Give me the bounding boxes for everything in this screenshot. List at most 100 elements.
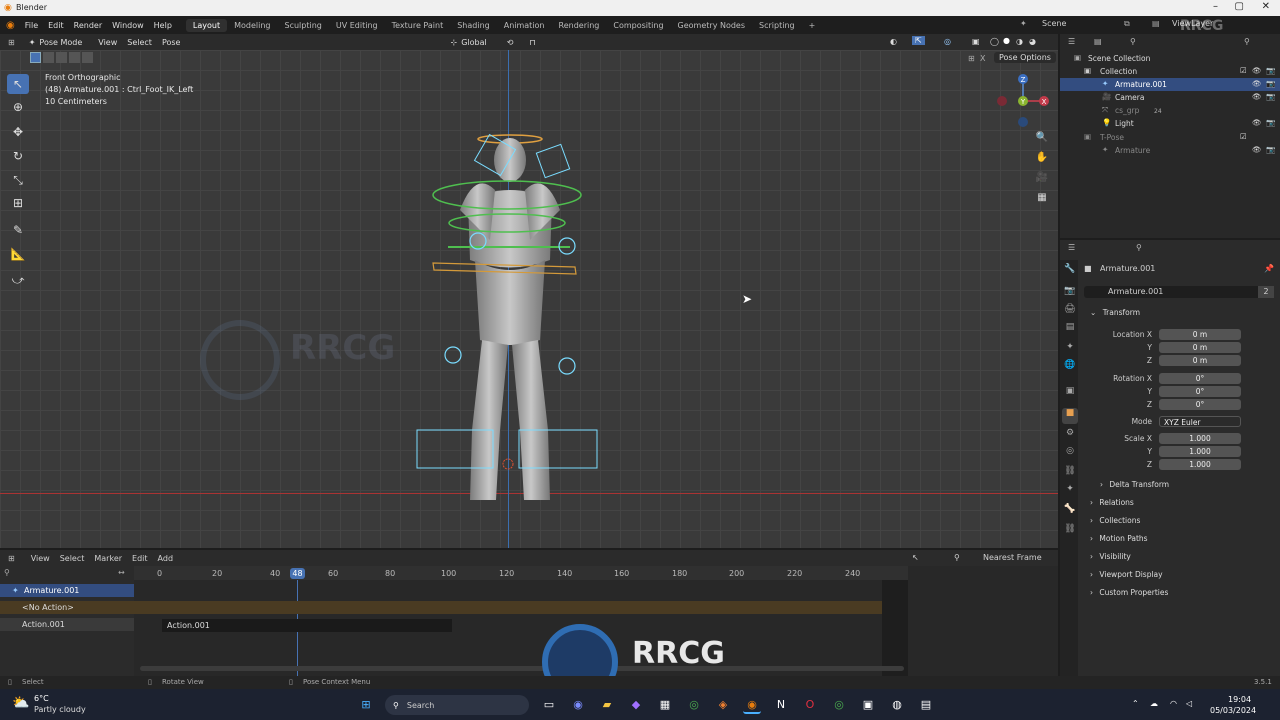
tab-compositing[interactable]: Compositing — [606, 19, 670, 32]
tool-tab-icon[interactable]: 🔧 — [1062, 264, 1078, 280]
timeline-menu-view[interactable]: View — [31, 554, 50, 563]
channel-swap-icon[interactable]: ↔ — [118, 568, 125, 577]
eye-icon[interactable]: 👁 — [1252, 118, 1262, 127]
select-invert-icon[interactable] — [69, 52, 80, 63]
properties-editor-icon[interactable]: ☰ — [1068, 243, 1075, 252]
eye-icon[interactable]: 👁 — [1252, 92, 1262, 101]
outliner-editor-icon[interactable]: ☰ — [1068, 37, 1075, 46]
tab-scripting[interactable]: Scripting — [752, 19, 802, 32]
terminal-icon[interactable]: ▤ — [917, 696, 935, 714]
rotation-mode-select[interactable]: XYZ Euler — [1159, 416, 1241, 427]
rotation-z-field[interactable]: 0° — [1159, 399, 1241, 410]
timeline-editor-type-icon[interactable]: ⊞ — [8, 554, 15, 563]
blender-menu-icon[interactable]: ◉ — [6, 20, 15, 31]
output-tab-icon[interactable]: 🖨 — [1062, 304, 1078, 320]
tab-sculpting[interactable]: Sculpting — [278, 19, 329, 32]
user-count[interactable]: 2 — [1258, 286, 1274, 298]
notion-icon[interactable]: N — [772, 696, 790, 714]
display-mode-icon[interactable]: ▤ — [1094, 37, 1102, 46]
location-y-field[interactable]: 0 m — [1159, 342, 1241, 353]
tab-rendering[interactable]: Rendering — [552, 19, 607, 32]
clock-date[interactable]: 05/03/2024 — [1210, 706, 1256, 715]
menu-help[interactable]: Help — [154, 21, 172, 30]
camera-render-icon[interactable]: 📷 — [1266, 92, 1275, 101]
epic-games-icon[interactable]: ▣ — [859, 696, 877, 714]
camera-render-icon[interactable]: 📷 — [1266, 66, 1275, 75]
current-frame-indicator[interactable]: 48 — [290, 568, 305, 579]
material-shading-icon[interactable]: ◑ — [1016, 37, 1023, 46]
brave-icon[interactable]: ◈ — [714, 696, 732, 714]
outliner-t-pose[interactable]: ▣ T-Pose ☑ — [1060, 131, 1280, 144]
checkbox-icon[interactable]: ☑ — [1240, 132, 1247, 141]
rotation-x-field[interactable]: 0° — [1159, 373, 1241, 384]
render-tab-icon[interactable]: 📷 — [1062, 286, 1078, 302]
clock-time[interactable]: 19:04 — [1228, 695, 1251, 704]
menu-view[interactable]: View — [98, 38, 117, 47]
onedrive-icon[interactable]: ☁ — [1150, 699, 1158, 708]
pan-hand-icon[interactable]: ✋ — [1034, 150, 1050, 166]
transform-panel-header[interactable]: ⌄ Transform — [1090, 308, 1276, 322]
orientation-select[interactable]: Global — [461, 38, 487, 47]
object-name-field[interactable]: Armature.001 2 — [1084, 286, 1274, 298]
tab-layout[interactable]: Layout — [185, 18, 228, 32]
pin-icon[interactable]: 📌 — [1264, 264, 1274, 273]
chrome-icon[interactable]: ◎ — [685, 696, 703, 714]
tab-texture-paint[interactable]: Texture Paint — [385, 19, 451, 32]
x-mirror-icon[interactable]: X — [980, 54, 985, 63]
obs-icon[interactable]: ◍ — [888, 696, 906, 714]
3d-viewport[interactable]: ↖ ⊕ ✥ ↻ ⤡ ⊞ ✎ 📐 ⤻ Front Orthographic (48… — [0, 50, 1058, 548]
calendar-icon[interactable]: ▦ — [656, 696, 674, 714]
channel-armature[interactable]: ✦ Armature.001 — [0, 584, 134, 597]
outliner-scene-collection[interactable]: ▣ Scene Collection — [1060, 52, 1280, 65]
zoom-icon[interactable]: 🔍 — [1034, 130, 1050, 146]
collections-panel[interactable]: › Collections — [1090, 516, 1276, 530]
app-icon[interactable]: ◆ — [627, 696, 645, 714]
scale-z-field[interactable]: 1.000 — [1159, 459, 1241, 470]
location-z-field[interactable]: 0 m — [1159, 355, 1241, 366]
scene-name[interactable]: Scene — [1042, 19, 1066, 28]
editor-type-icon[interactable]: ⊞ — [8, 38, 15, 47]
tab-animation[interactable]: Animation — [497, 19, 552, 32]
measure-tool-icon[interactable]: 📐 — [7, 244, 29, 264]
gizmo-icon[interactable]: ⇱ — [912, 36, 925, 45]
weather-icon[interactable]: ⛅ — [12, 695, 29, 711]
delta-transform-panel[interactable]: › Delta Transform — [1100, 480, 1280, 494]
snap-icon[interactable]: ⊓ — [529, 38, 535, 47]
select-tool-icon[interactable]: ↖ — [7, 74, 29, 94]
properties-editor[interactable]: ☰ ⚲ 🔧 📷 🖨 ▤ ✦ 🌐 ▣ ■ ⚙ ◎ ⛓ ✦ 🦴 ⛓ ■ Armatu… — [1060, 240, 1280, 676]
camera-render-icon[interactable]: 📷 — [1266, 145, 1275, 154]
timeline-menu-edit[interactable]: Edit — [132, 554, 148, 563]
select-extend-icon[interactable] — [43, 52, 54, 63]
relations-panel[interactable]: › Relations — [1090, 498, 1276, 512]
pose-tool-icon[interactable]: ⤻ — [7, 270, 29, 290]
navigation-gizmo[interactable]: Z Y X — [994, 72, 1054, 132]
move-tool-icon[interactable]: ✥ — [7, 122, 29, 142]
channel-action[interactable]: Action.001 — [0, 618, 134, 631]
menu-edit[interactable]: Edit — [48, 21, 64, 30]
scale-tool-icon[interactable]: ⤡ — [7, 170, 29, 190]
menu-pose[interactable]: Pose — [162, 38, 181, 47]
bone-constraint-tab-icon[interactable]: ⛓ — [1062, 524, 1078, 540]
menu-select[interactable]: Select — [127, 38, 152, 47]
add-workspace-button[interactable]: + — [802, 19, 823, 32]
camera-render-icon[interactable]: 📷 — [1266, 79, 1275, 88]
location-x-field[interactable]: 0 m — [1159, 329, 1241, 340]
pivot-icon[interactable]: ⟲ — [507, 38, 514, 47]
visibility-icon[interactable]: ◐ — [890, 37, 897, 46]
camera-render-icon[interactable]: 📷 — [1266, 118, 1275, 127]
viewport-display-panel[interactable]: › Viewport Display — [1090, 570, 1276, 584]
menu-render[interactable]: Render — [74, 21, 102, 30]
outliner-search-icon[interactable]: ⚲ — [1130, 37, 1136, 46]
discord-icon[interactable]: ◉ — [569, 696, 587, 714]
minimize-icon[interactable]: – — [1213, 1, 1218, 12]
transform-tool-icon[interactable]: ⊞ — [7, 193, 29, 213]
filter-icon[interactable]: ⚲ — [954, 553, 960, 562]
action-strip[interactable]: Action.001 — [162, 619, 452, 632]
camera-view-icon[interactable]: 🎥 — [1034, 170, 1050, 186]
timeline-menu-add[interactable]: Add — [158, 554, 174, 563]
data-tab-icon[interactable]: ✦ — [1062, 484, 1078, 500]
outliner-collection[interactable]: ▣ Collection ☑ 👁 📷 — [1060, 65, 1280, 78]
outliner[interactable]: ☰ ▤ ⚲ ⚲ ▣ Scene Collection ▣ Collection … — [1060, 34, 1280, 238]
maximize-icon[interactable]: ▢ — [1235, 1, 1244, 12]
bone-tab-icon[interactable]: 🦴 — [1062, 504, 1078, 520]
